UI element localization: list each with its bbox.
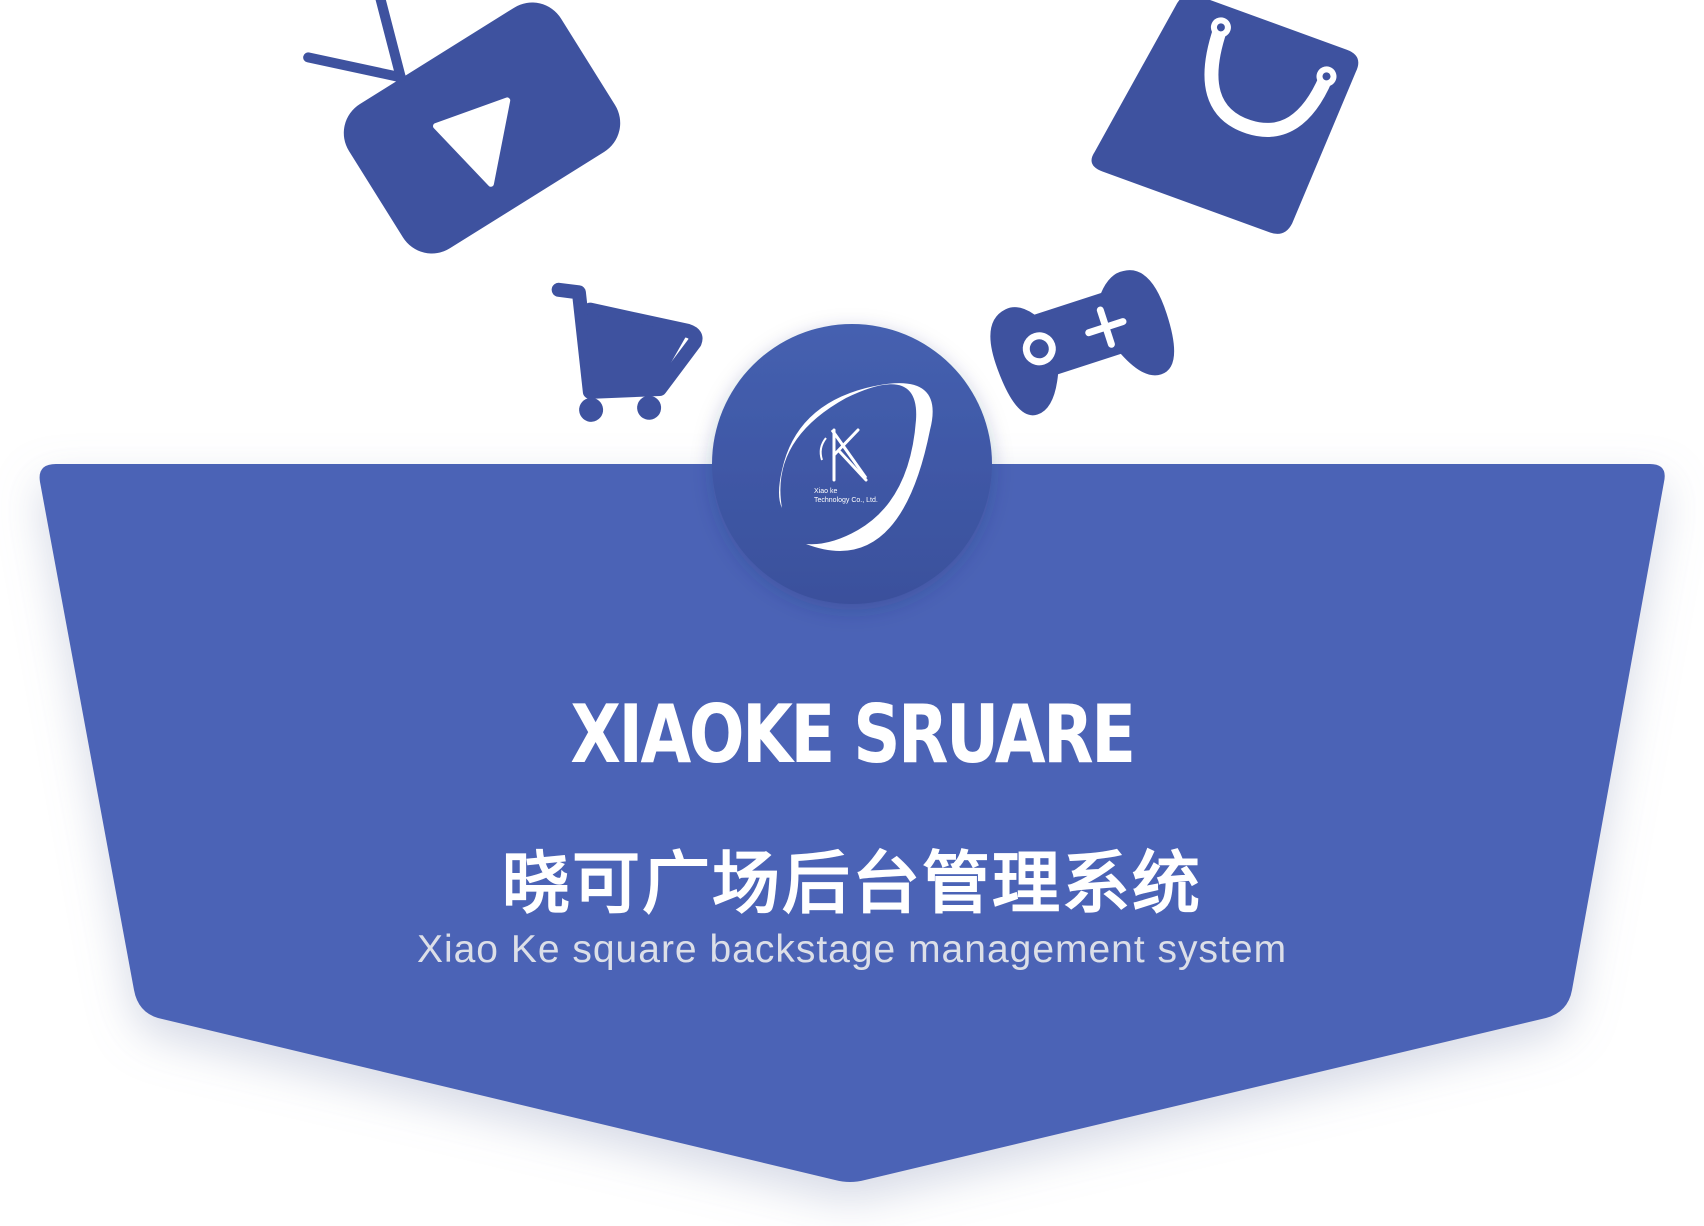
shopping-cart-icon	[551, 282, 703, 422]
gamepad-icon	[990, 270, 1175, 416]
login-splash: Xiao ke Technology Co., Ltd. XIAOKE SRUA…	[0, 0, 1704, 1226]
tv-play-icon	[303, 0, 621, 254]
shopping-bag-icon	[1091, 0, 1359, 234]
app-subtitle: Xiao Ke square backstage management syst…	[416, 928, 1288, 971]
company-logo	[712, 324, 992, 604]
logo-caption-line1: Xiao ke	[814, 488, 838, 495]
app-title-en: XIAOKE SRUARE	[570, 688, 1136, 781]
app-title-cn: 晓可广场后台管理系统	[501, 845, 1202, 924]
logo-caption-line2: Technology Co., Ltd.	[814, 497, 878, 504]
banner-graphic	[39, 0, 1665, 1182]
